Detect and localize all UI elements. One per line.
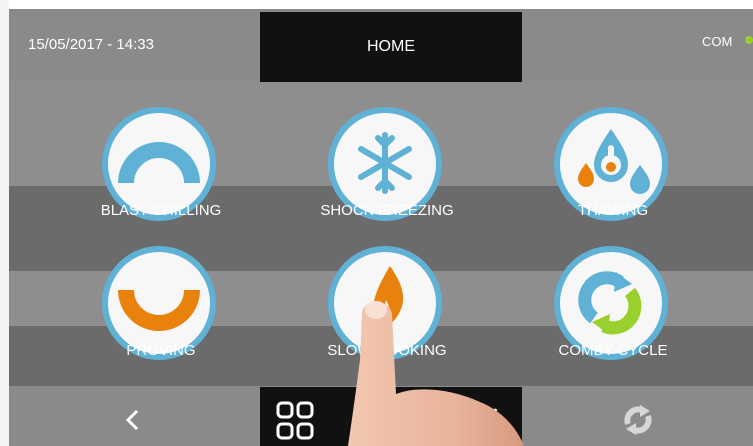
grid-icon — [276, 401, 314, 440]
cycle-icon — [578, 271, 642, 335]
com-status-indicator — [745, 36, 753, 44]
program-label: BLAST CHILLING — [100, 202, 222, 219]
thermometer-drops-icon — [578, 129, 650, 194]
menu-grid-button[interactable] — [275, 400, 315, 446]
proving-arc-icon — [118, 289, 200, 331]
finger-icon — [348, 301, 524, 446]
blast-chilling-arc-icon — [118, 142, 200, 184]
program-shock-freezing[interactable]: SHOCK FREEZING — [312, 107, 462, 237]
device-frame-left — [0, 0, 9, 446]
page-title-text: HOME — [367, 38, 415, 55]
program-comby-cycle[interactable]: COMBY CYCLE — [538, 246, 688, 376]
refresh-icon — [624, 405, 652, 435]
device-frame-top — [0, 0, 753, 9]
snowflake-icon — [358, 132, 412, 194]
refresh-button[interactable] — [620, 402, 656, 443]
chevron-left-icon — [125, 409, 139, 431]
com-label: COM — [702, 34, 733, 49]
datetime: 15/05/2017 - 14:33 — [28, 36, 154, 53]
pointing-finger-image — [330, 290, 530, 446]
program-label: COMBY CYCLE — [558, 342, 668, 359]
program-label: PROVING — [126, 342, 196, 359]
program-thawing[interactable]: THAWING — [538, 107, 688, 237]
program-proving[interactable]: PROVING — [86, 246, 236, 376]
page-title: HOME — [260, 12, 522, 82]
oven-home-screen: 15/05/2017 - 14:33 HOME COM BLAST CHILLI… — [0, 0, 753, 446]
program-label: THAWING — [577, 202, 649, 219]
back-button[interactable] — [123, 408, 143, 437]
program-blast-chilling[interactable]: BLAST CHILLING — [86, 107, 236, 237]
program-label: SHOCK FREEZING — [320, 202, 454, 219]
